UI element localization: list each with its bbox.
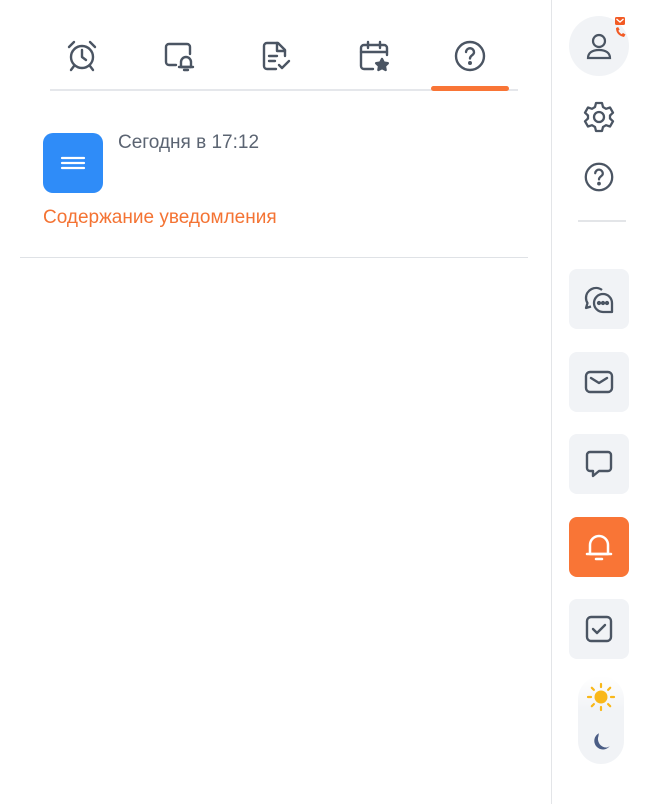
sidebar-item-notifications[interactable] bbox=[569, 517, 629, 577]
sidebar-divider bbox=[578, 220, 626, 222]
sidebar-item-comments[interactable] bbox=[569, 434, 629, 494]
tab-screen-notifications[interactable] bbox=[157, 34, 201, 78]
sidebar-item-mail[interactable] bbox=[569, 352, 629, 412]
comment-icon bbox=[585, 450, 613, 478]
tab-tasks[interactable] bbox=[254, 34, 298, 78]
notification-content[interactable]: Содержание уведомления bbox=[43, 207, 277, 229]
screen-bell-icon bbox=[164, 42, 195, 72]
help-circle-icon bbox=[584, 162, 614, 192]
sidebar-item-tasks[interactable] bbox=[569, 599, 629, 659]
menu-lines-icon bbox=[43, 133, 103, 193]
notification-time: Сегодня в 17:12 bbox=[118, 132, 260, 153]
document-check-icon bbox=[262, 41, 291, 71]
notifications-panel: Сегодня в 17:12 Содержание уведомления bbox=[0, 0, 551, 804]
alarm-clock-icon bbox=[67, 40, 97, 72]
help-circle-icon bbox=[454, 40, 486, 72]
calendar-star-icon bbox=[359, 40, 389, 72]
sidebar-item-chats[interactable] bbox=[569, 269, 629, 329]
bell-icon bbox=[585, 534, 613, 561]
tab-calendar[interactable] bbox=[352, 34, 396, 78]
moon-icon[interactable] bbox=[590, 732, 612, 754]
checkbox-icon bbox=[585, 615, 613, 643]
user-avatar-icon bbox=[586, 33, 612, 60]
chat-bubbles-icon bbox=[584, 286, 614, 314]
tab-bar bbox=[34, 30, 518, 94]
settings-gear-icon bbox=[583, 101, 615, 133]
tab-alarms[interactable] bbox=[60, 34, 104, 78]
tab-help[interactable] bbox=[448, 34, 492, 78]
notification-item[interactable]: Сегодня в 17:12 Содержание уведомления bbox=[20, 108, 528, 258]
theme-toggle[interactable] bbox=[578, 676, 624, 764]
right-sidebar bbox=[551, 0, 647, 804]
settings-button[interactable] bbox=[580, 98, 618, 136]
sun-icon[interactable] bbox=[586, 682, 616, 712]
help-button[interactable] bbox=[580, 158, 618, 196]
mail-icon bbox=[584, 370, 614, 394]
user-avatar[interactable] bbox=[569, 16, 629, 76]
active-tab-indicator bbox=[431, 86, 509, 91]
contact-badge-icon bbox=[615, 17, 626, 37]
